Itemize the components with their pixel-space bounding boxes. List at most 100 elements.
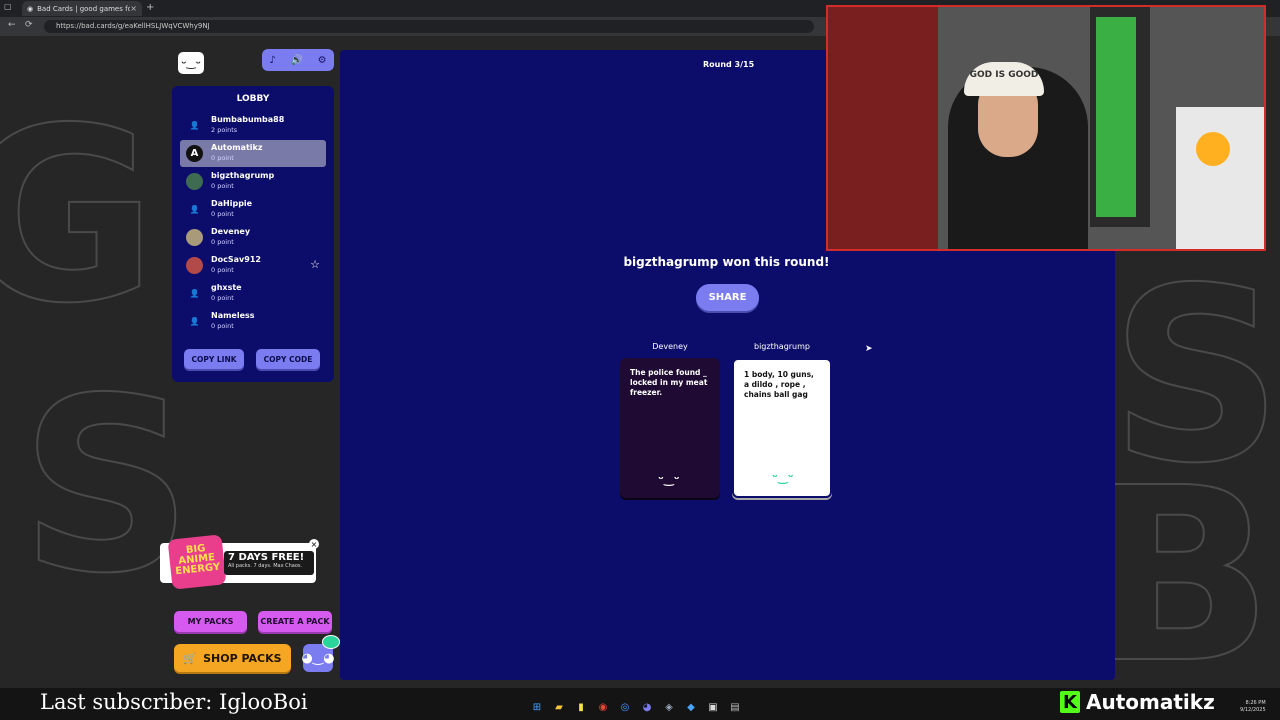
player-points: 0 point — [211, 322, 234, 330]
card-logo-icon: ᵕ‿ᵕ — [772, 470, 794, 484]
terminal-icon[interactable]: ▤ — [728, 700, 742, 714]
discord-icon: ◕‿◕ — [301, 650, 335, 666]
user-icon: 👤 — [189, 317, 200, 326]
copy-link-button[interactable]: COPY LINK — [184, 349, 244, 369]
lobby-title: LOBBY — [236, 94, 270, 104]
player-row[interactable]: A Automatikz 0 point — [180, 140, 326, 167]
webcam-hat: GOD IS GOOD — [964, 62, 1044, 96]
streamer-name: Automatikz — [1086, 690, 1215, 714]
player-name: Automatikz — [211, 143, 263, 152]
chrome-icon[interactable]: ◉ — [596, 700, 610, 714]
webcam-shelf — [828, 7, 938, 249]
player-points: 0 point — [211, 210, 234, 218]
promo-pack-art: BIG ANIME ENERGY — [167, 534, 227, 590]
player-row[interactable]: DocSav912 0 point ☆ — [180, 252, 326, 279]
tab-title: Bad Cards | good games fo — [37, 4, 131, 13]
player-row[interactable]: 👤 Bumbabumba88 2 points — [180, 112, 326, 139]
settings-icon[interactable]: ⚙ — [318, 55, 327, 66]
white-card-owner: bigzthagrump — [754, 342, 810, 351]
round-indicator: Round 3/15 — [703, 60, 755, 69]
new-tab-icon[interactable]: + — [146, 2, 154, 13]
browser-icon[interactable]: ◎ — [618, 700, 632, 714]
player-avatar — [186, 257, 203, 274]
browser-tab[interactable]: ◉ Bad Cards | good games fo × — [22, 1, 142, 16]
windows-taskbar: ⊞ ▰ ▮ ◉ ◎ ◕ ◈ ◆ ▣ ▤ — [530, 700, 742, 714]
music-icon[interactable]: ♪ — [269, 55, 275, 66]
url-input[interactable]: https://bad.cards/g/eaKellHSLJWqVCWhy9NJ — [44, 20, 814, 33]
player-name: bigzthagrump — [211, 171, 275, 180]
player-name: Deveney — [211, 227, 251, 236]
promo-banner[interactable]: BIG ANIME ENERGY 7 DAYS FREE! All packs. 7… — [160, 534, 316, 590]
discord-taskbar-icon[interactable]: ◕ — [640, 700, 654, 714]
clock-time: 8:26 PM — [1245, 700, 1266, 706]
last-subscriber-text: Last subscriber: IglooBoi — [40, 690, 308, 714]
steam-icon[interactable]: ◈ — [662, 700, 676, 714]
player-name: DocSav912 — [211, 255, 261, 264]
my-packs-button[interactable]: MY PACKS — [174, 611, 247, 632]
player-points: 0 point — [211, 182, 234, 190]
cart-icon: 🛒 — [183, 651, 198, 665]
promo-subtitle: All packs. 7 days. Max Chaos. — [228, 563, 303, 569]
mouse-cursor-icon: ➤ — [865, 344, 873, 354]
obs-icon[interactable]: ▣ — [706, 700, 720, 714]
player-avatar — [186, 173, 203, 190]
back-icon[interactable]: ← — [8, 20, 16, 30]
webcam-pc-case — [1176, 107, 1264, 249]
tab-favicon-icon: ◉ — [27, 4, 34, 13]
volume-icon[interactable]: 🔊 — [290, 55, 302, 66]
star-icon[interactable]: ☆ — [310, 258, 320, 271]
create-pack-button[interactable]: CREATE A PACK — [258, 611, 332, 632]
white-card[interactable]: 1 body, 10 guns, a dildo , rope , chains… — [732, 358, 832, 498]
webcam-pc-fan — [1196, 132, 1230, 166]
player-name: DaHippie — [211, 199, 253, 208]
player-avatar — [186, 229, 203, 246]
reload-icon[interactable]: ⟳ — [25, 20, 33, 30]
graffiti-decoration: G — [0, 76, 158, 356]
player-points: 0 point — [211, 294, 234, 302]
player-row[interactable]: bigzthagrump 0 point — [180, 168, 326, 195]
audio-controls: ♪ 🔊 ⚙ — [262, 49, 334, 71]
player-row[interactable]: 👤 DaHippie 0 point — [180, 196, 326, 223]
promo-close-icon[interactable]: × — [309, 539, 319, 549]
promo-content: 7 DAYS FREE! All packs. 7 days. Max Chao… — [224, 551, 314, 575]
player-points: 2 points — [211, 126, 238, 134]
system-clock: 8:26 PM 9/12/2025 — [1240, 700, 1266, 714]
webcam-overlay: GOD IS GOOD — [826, 5, 1266, 251]
white-card-text: 1 body, 10 guns, a dildo , rope , chains… — [744, 370, 814, 399]
discord-badge-icon — [322, 635, 340, 649]
player-avatar: A — [186, 145, 203, 162]
player-row[interactable]: 👤 Nameless 0 point — [180, 308, 326, 335]
kick-logo-icon: K — [1060, 691, 1080, 713]
lobby-panel: LOBBY 👤 Bumbabumba88 2 points A Automati… — [172, 86, 334, 382]
user-icon: 👤 — [189, 205, 200, 214]
streamer-branding: K Automatikz — [1060, 690, 1215, 714]
player-points: 0 point — [211, 154, 234, 162]
player-row[interactable]: Deveney 0 point — [180, 224, 326, 251]
windows-start-icon[interactable]: ⊞ — [530, 700, 544, 714]
file-explorer-icon[interactable]: ▰ — [552, 700, 566, 714]
user-icon: 👤 — [189, 121, 200, 130]
black-card-owner: Deveney — [652, 342, 688, 351]
shop-packs-button[interactable]: 🛒 SHOP PACKS — [174, 644, 291, 672]
badcards-logo-icon[interactable]: ᵕ‿ᵕ — [178, 52, 204, 74]
user-icon: 👤 — [189, 289, 200, 298]
notes-icon[interactable]: ▮ — [574, 700, 588, 714]
player-points: 0 point — [211, 266, 234, 274]
shop-packs-label: SHOP PACKS — [203, 651, 282, 665]
player-row[interactable]: 👤 ghxste 0 point — [180, 280, 326, 307]
card-logo-icon: ᵕ‿ᵕ — [658, 472, 680, 486]
player-name: Nameless — [211, 311, 255, 320]
app-icon[interactable]: ◆ — [684, 700, 698, 714]
graffiti-decoration: B — [1089, 436, 1274, 688]
promo-title: 7 DAYS FREE! — [228, 552, 305, 563]
black-card[interactable]: The police found _ locked in my meat fre… — [620, 358, 720, 498]
round-winner-text: bigzthagrump won this round! — [623, 255, 830, 269]
clock-date: 9/12/2025 — [1240, 707, 1266, 713]
window-menu-icon[interactable]: ▢ — [4, 2, 12, 11]
tab-close-icon[interactable]: × — [130, 4, 137, 13]
player-name: ghxste — [211, 283, 242, 292]
webcam-banner-logo — [1096, 17, 1136, 217]
player-name: Bumbabumba88 — [211, 115, 285, 124]
copy-code-button[interactable]: COPY CODE — [256, 349, 320, 369]
share-button[interactable]: SHARE — [696, 284, 759, 311]
